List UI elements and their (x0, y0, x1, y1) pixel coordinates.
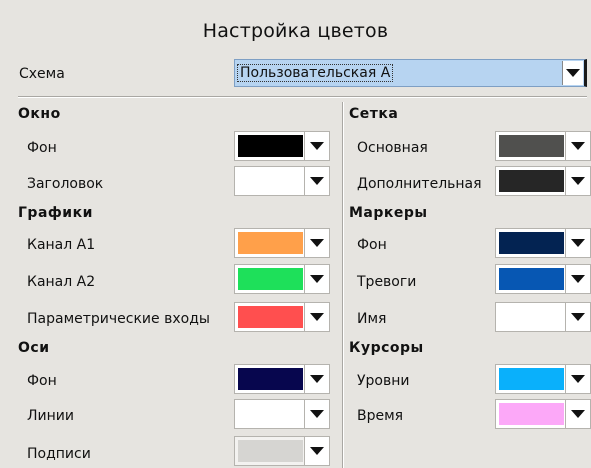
cursors-levels-color-picker[interactable] (495, 364, 591, 394)
color-swatch (238, 368, 303, 390)
color-swatch (499, 135, 564, 157)
dialog-title: Настройка цветов (202, 20, 389, 42)
markers-background-color-picker[interactable] (495, 228, 591, 258)
scheme-dropdown[interactable]: Пользовательская А (234, 59, 587, 87)
grid-main-label: Основная (357, 140, 428, 156)
color-swatch (238, 268, 303, 290)
parametric-inputs-color-picker[interactable] (234, 302, 330, 332)
color-swatch (238, 306, 303, 328)
section-markers-title: Маркеры (349, 205, 428, 221)
window-header-label: Заголовок (27, 176, 104, 192)
grid-main-color-picker[interactable] (495, 131, 591, 161)
chevron-down-icon[interactable] (565, 303, 590, 331)
color-swatch (238, 403, 303, 425)
chevron-down-icon[interactable] (565, 229, 590, 257)
chevron-down-icon[interactable] (304, 303, 329, 331)
color-swatch (238, 170, 303, 192)
markers-background-label: Фон (357, 237, 387, 253)
chevron-down-icon[interactable] (304, 265, 329, 293)
grid-extra-label: Дополнительная (357, 176, 482, 192)
chevron-down-icon[interactable] (565, 400, 590, 428)
chevron-down-icon[interactable] (562, 61, 583, 85)
section-axes-title: Оси (18, 340, 50, 356)
color-swatch (238, 232, 303, 254)
color-swatch (499, 368, 564, 390)
color-swatch (499, 403, 564, 425)
markers-alarms-color-picker[interactable] (495, 264, 591, 294)
chevron-down-icon[interactable] (565, 365, 590, 393)
chevron-down-icon[interactable] (304, 132, 329, 160)
markers-name-color-picker[interactable] (495, 302, 591, 332)
markers-name-label: Имя (357, 311, 387, 327)
color-swatch (499, 170, 564, 192)
axes-lines-label: Линии (27, 408, 74, 424)
scheme-value: Пользовательская А (237, 64, 394, 82)
color-swatch (238, 440, 303, 462)
axes-background-label: Фон (27, 373, 57, 389)
section-cursors-title: Курсоры (349, 340, 424, 356)
color-swatch (499, 232, 564, 254)
channel-a2-label: Канал A2 (27, 274, 96, 290)
grid-extra-color-picker[interactable] (495, 166, 591, 196)
channel-a1-label: Канал A1 (27, 237, 96, 253)
markers-alarms-label: Тревоги (357, 274, 417, 290)
window-background-color-picker[interactable] (234, 131, 330, 161)
color-swatch (238, 135, 303, 157)
chevron-down-icon[interactable] (304, 400, 329, 428)
vertical-divider (342, 102, 344, 468)
channel-a1-color-picker[interactable] (234, 228, 330, 258)
cursors-time-label: Время (357, 408, 404, 424)
cursors-levels-label: Уровни (357, 373, 410, 389)
chevron-down-icon[interactable] (304, 437, 329, 465)
chevron-down-icon[interactable] (304, 229, 329, 257)
color-swatch (499, 306, 564, 328)
channel-a2-color-picker[interactable] (234, 264, 330, 294)
axes-captions-label: Подписи (27, 446, 91, 462)
parametric-inputs-label: Параметрические входы (27, 311, 210, 327)
section-grid-title: Сетка (349, 106, 399, 122)
axes-lines-color-picker[interactable] (234, 399, 330, 429)
chevron-down-icon[interactable] (304, 365, 329, 393)
chevron-down-icon[interactable] (565, 265, 590, 293)
cursors-time-color-picker[interactable] (495, 399, 591, 429)
scheme-label: Схема (19, 66, 65, 82)
axes-captions-color-picker[interactable] (234, 436, 330, 466)
section-graphics-title: Графики (18, 205, 93, 221)
chevron-down-icon[interactable] (565, 167, 590, 195)
color-swatch (499, 268, 564, 290)
window-background-label: Фон (27, 140, 57, 156)
chevron-down-icon[interactable] (565, 132, 590, 160)
section-window-title: Окно (18, 106, 61, 122)
chevron-down-icon[interactable] (304, 167, 329, 195)
window-header-color-picker[interactable] (234, 166, 330, 196)
horizontal-divider (18, 96, 587, 98)
axes-background-color-picker[interactable] (234, 364, 330, 394)
